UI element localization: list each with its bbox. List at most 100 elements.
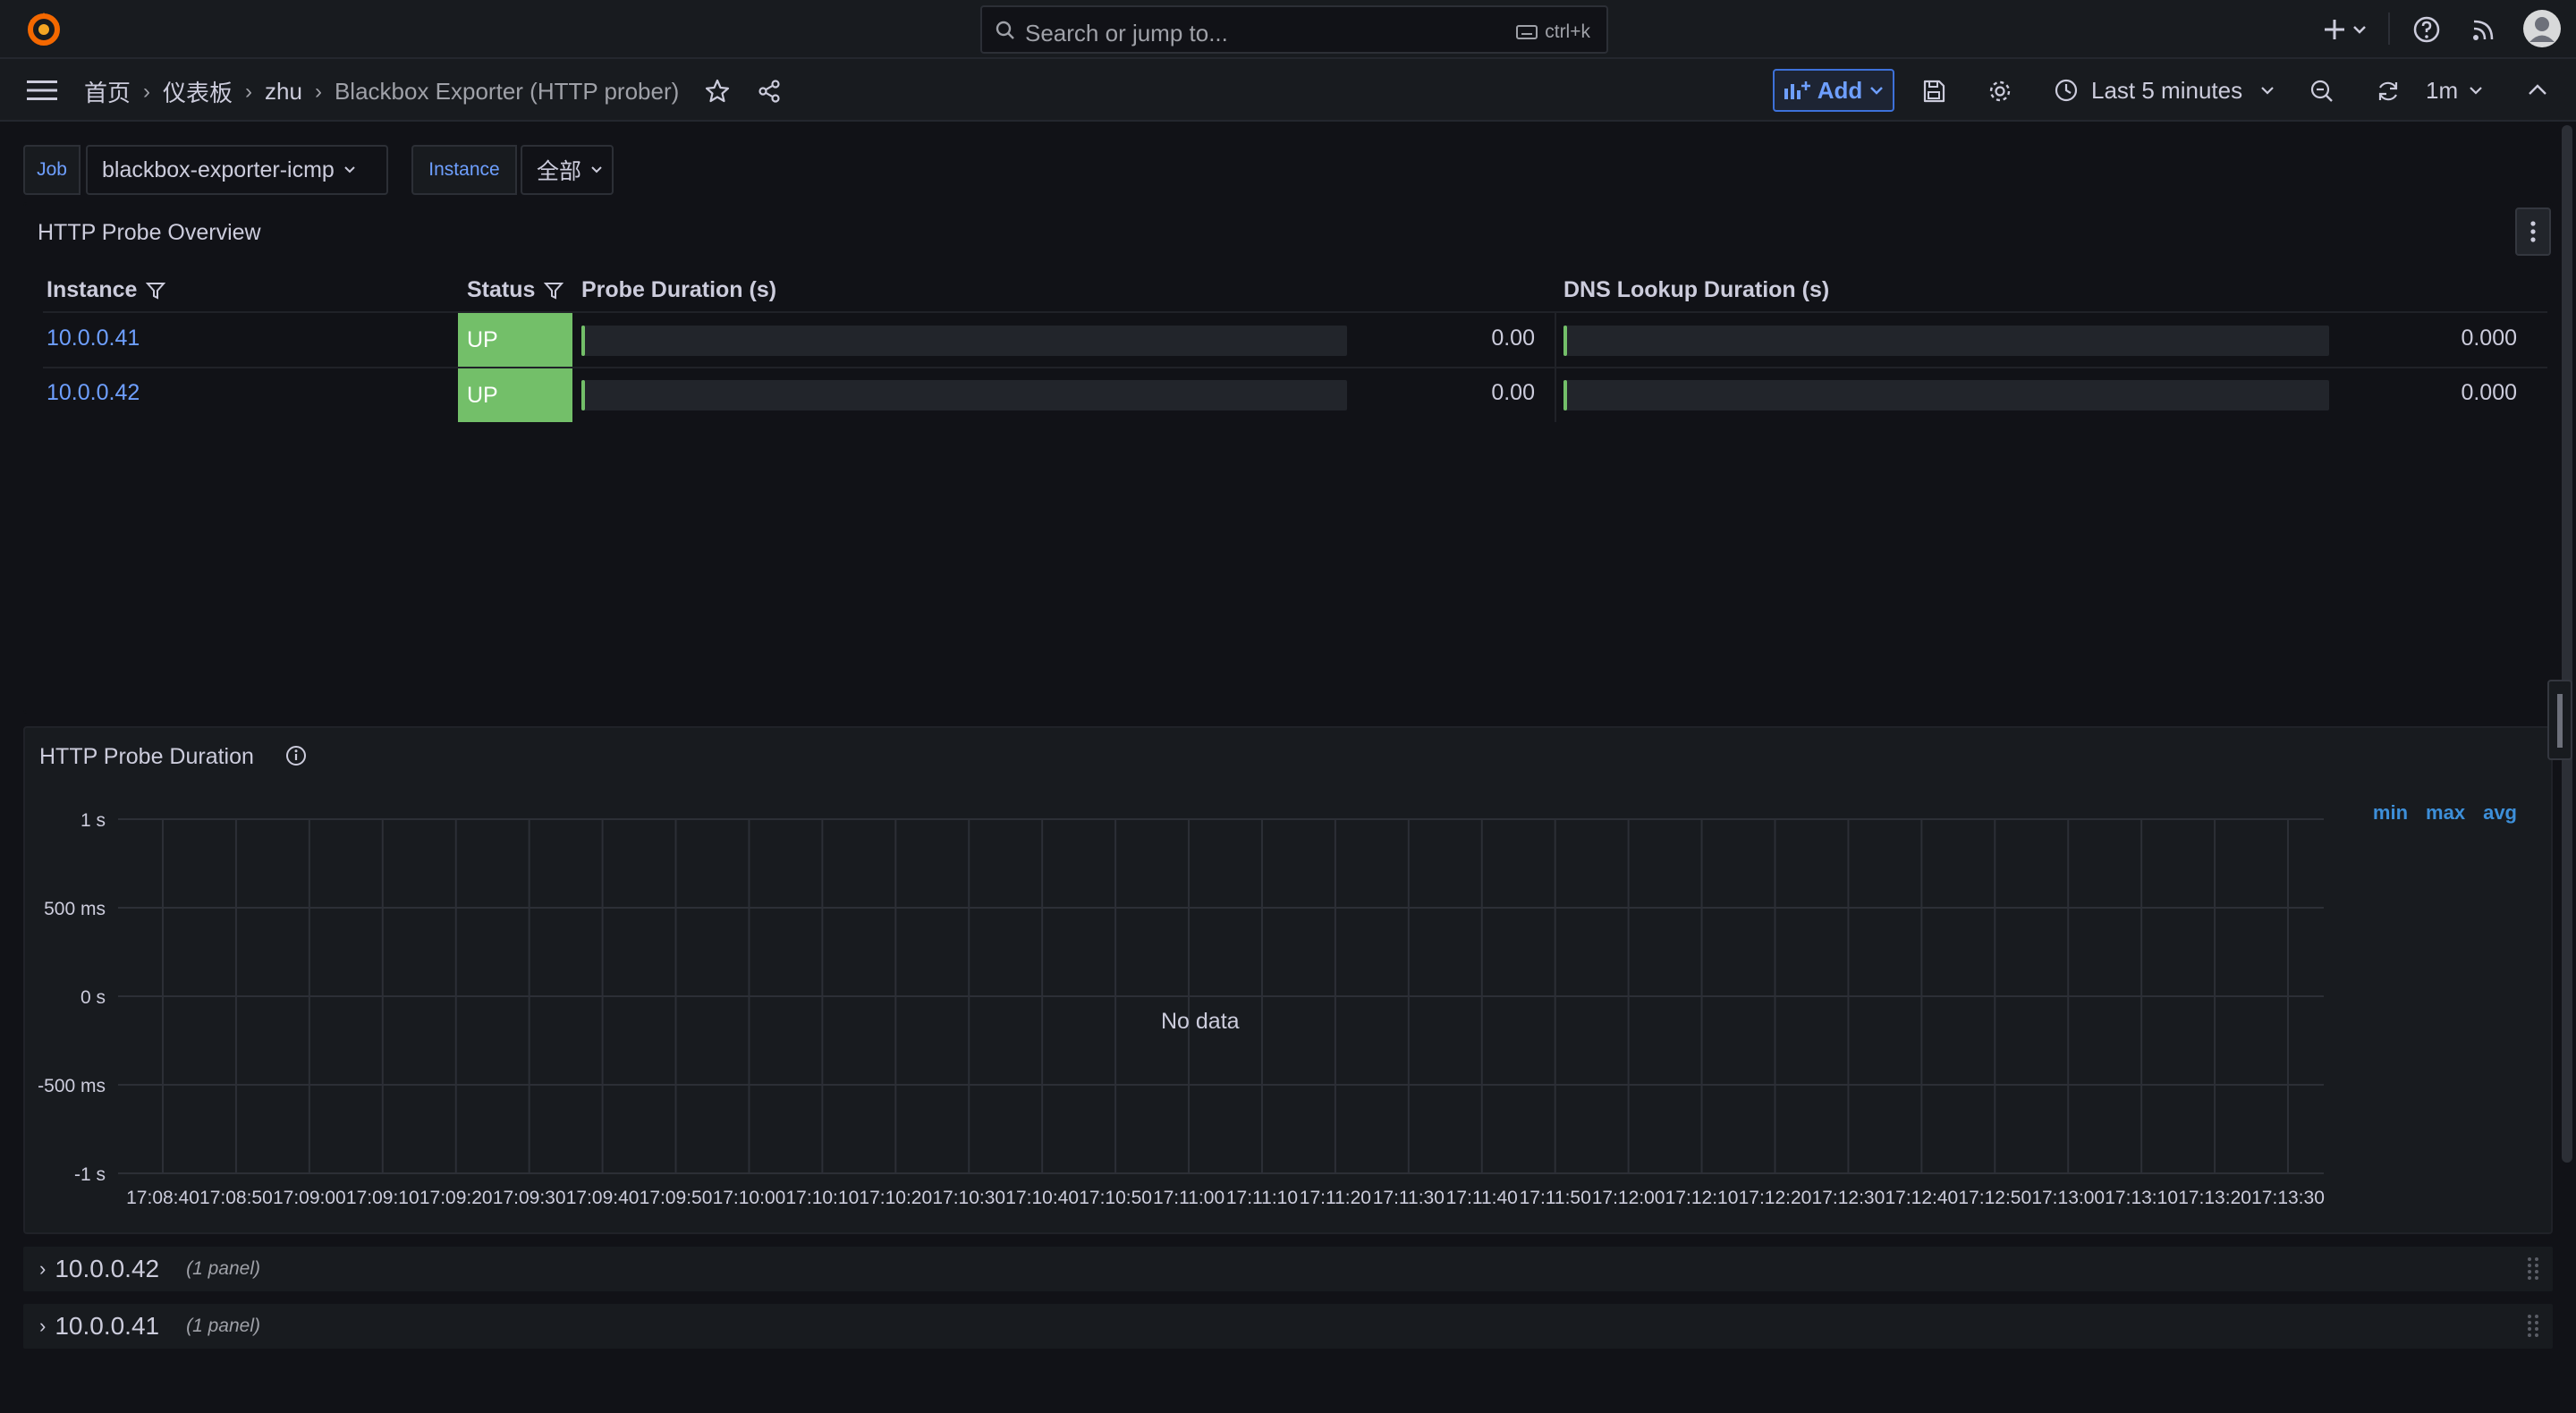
gauge-fill (1563, 380, 1567, 410)
column-header-probe-duration[interactable]: Probe Duration (s) (581, 277, 776, 303)
chevron-down-icon (343, 165, 356, 174)
legend-min-toggle[interactable]: min (2373, 801, 2408, 825)
x-tick-label: 17:11:30 (1373, 1188, 1445, 1208)
search-input[interactable]: Search or jump to... ctrl+k (980, 5, 1608, 54)
grafana-logo-icon[interactable] (25, 11, 63, 48)
x-tick-label: 17:12:40 (1885, 1188, 1958, 1208)
breadcrumb-separator: › (245, 79, 253, 104)
dashboard-row-10-0-0-41[interactable]: › 10.0.0.41 (1 panel) (23, 1304, 2553, 1349)
x-tick-label: 17:09:50 (640, 1188, 713, 1208)
breadcrumb-folder[interactable]: zhu (265, 78, 302, 106)
dashboard-nav-bar: 首页 › 仪表板 › zhu › Blackbox Exporter (HTTP… (0, 59, 2576, 122)
x-tick-label: 17:13:10 (2105, 1188, 2178, 1208)
probe-duration-value: 0.00 (1491, 326, 1535, 351)
row-panel-count: (1 panel) (186, 1258, 260, 1279)
panel-title: HTTP Probe Duration (39, 744, 254, 769)
chevron-down-icon (2260, 85, 2275, 96)
time-series-chart[interactable]: 1 s 500 ms 0 s -500 ms -1 s 17:08:40 17:08:50 1… (25, 791, 2368, 1234)
drag-handle-icon[interactable] (2526, 1313, 2540, 1340)
column-header-status[interactable]: Status (467, 277, 564, 303)
probe-duration-gauge (581, 326, 1347, 356)
x-tick-label: 17:09:20 (419, 1188, 493, 1208)
x-tick-label: 17:11:50 (1520, 1188, 1591, 1208)
job-variable-label: Job (23, 145, 80, 195)
legend-actions: min max avg (2373, 801, 2517, 825)
collapse-chevron-up-icon[interactable] (2526, 79, 2549, 102)
breadcrumb-home[interactable]: 首页 (84, 75, 131, 108)
star-icon[interactable] (705, 79, 730, 104)
time-range-label: Last 5 minutes (2091, 76, 2243, 104)
breadcrumb-separator: › (314, 79, 322, 104)
breadcrumb-dashboards[interactable]: 仪表板 (163, 75, 233, 108)
search-placeholder: Search or jump to... (1025, 20, 1228, 47)
x-tick-label: 17:10:50 (1079, 1188, 1152, 1208)
filter-icon[interactable] (146, 281, 166, 300)
search-icon (995, 20, 1016, 41)
menu-hamburger-icon[interactable] (27, 79, 57, 102)
column-divider (1555, 311, 1556, 422)
breadcrumb-current-dashboard: Blackbox Exporter (HTTP prober) (334, 78, 680, 105)
add-panel-icon (1784, 80, 1810, 101)
time-range-picker[interactable]: Last 5 minutes (2054, 70, 2275, 111)
help-icon[interactable] (2411, 14, 2442, 45)
dns-lookup-value: 0.000 (2461, 380, 2517, 405)
dns-lookup-gauge (1563, 326, 2329, 356)
x-tick-label: 17:08:50 (199, 1188, 273, 1208)
x-tick-label: 17:11:40 (1446, 1188, 1518, 1208)
instance-link[interactable]: 10.0.0.42 (47, 380, 140, 406)
legend-avg-toggle[interactable]: avg (2483, 801, 2517, 825)
probe-duration-value: 0.00 (1491, 380, 1535, 405)
save-dashboard-icon[interactable] (1921, 79, 1946, 104)
add-button[interactable]: Add (1773, 69, 1894, 112)
breadcrumb: 首页 › 仪表板 › zhu › Blackbox Exporter (HTTP… (84, 75, 679, 108)
panel-resize-handle[interactable] (2547, 680, 2572, 760)
x-tick-label: 17:10:10 (786, 1188, 860, 1208)
user-avatar[interactable] (2522, 9, 2562, 48)
refresh-interval-picker[interactable]: 1m (2426, 70, 2483, 111)
add-button-label: Add (1817, 76, 1863, 104)
refresh-icon[interactable] (2376, 79, 2401, 104)
gauge-fill (581, 380, 585, 410)
no-data-message: No data (1161, 1009, 1240, 1034)
http-probe-duration-panel: HTTP Probe Duration 1 s 500 ms 0 s -500 ms -… (23, 726, 2553, 1234)
dns-lookup-value: 0.000 (2461, 326, 2517, 351)
column-header-dns-lookup[interactable]: DNS Lookup Duration (s) (1563, 277, 1829, 303)
x-tick-label: 17:09:30 (493, 1188, 566, 1208)
zoom-out-icon[interactable] (2309, 79, 2334, 104)
job-variable-select[interactable]: blackbox-exporter-icmp (86, 145, 388, 195)
page-scrollbar[interactable] (2562, 125, 2572, 1163)
x-tick-label: 17:12:10 (1665, 1188, 1739, 1208)
status-badge: UP (458, 313, 572, 367)
news-rss-icon[interactable] (2469, 14, 2499, 45)
x-tick-label: 17:09:40 (566, 1188, 640, 1208)
search-shortcut: ctrl+k (1545, 21, 1590, 42)
new-plus-dropdown[interactable] (2322, 14, 2372, 45)
instance-variable-select[interactable]: 全部 (521, 145, 614, 195)
x-tick-label: 17:11:20 (1300, 1188, 1371, 1208)
x-tick-label: 17:12:00 (1592, 1188, 1665, 1208)
x-tick-label: 17:10:00 (713, 1188, 786, 1208)
row-title: 10.0.0.41 (55, 1312, 160, 1340)
gauge-fill (581, 326, 585, 356)
dashboard-row-10-0-0-42[interactable]: › 10.0.0.42 (1 panel) (23, 1247, 2553, 1291)
breadcrumb-separator: › (143, 79, 151, 104)
table-divider (43, 311, 2547, 313)
legend-max-toggle[interactable]: max (2426, 801, 2465, 825)
instance-variable-label: Instance (411, 145, 517, 195)
settings-gear-icon[interactable] (1987, 79, 2012, 104)
chevron-down-icon (590, 165, 603, 174)
filter-icon[interactable] (544, 281, 564, 300)
panel-menu-icon[interactable] (2515, 207, 2551, 256)
x-tick-label: 17:13:00 (2031, 1188, 2105, 1208)
x-tick-label: 17:13:20 (2178, 1188, 2251, 1208)
share-icon[interactable] (757, 79, 782, 104)
row-panel-count: (1 panel) (186, 1316, 260, 1336)
x-tick-label: 17:13:30 (2251, 1188, 2325, 1208)
http-probe-overview-panel: HTTP Probe Overview Instance Status Prob… (23, 202, 2553, 714)
y-tick-label: 0 s (80, 987, 106, 1008)
refresh-interval-label: 1m (2426, 76, 2459, 104)
column-header-instance[interactable]: Instance (47, 277, 166, 303)
info-icon[interactable] (284, 744, 308, 767)
instance-link[interactable]: 10.0.0.41 (47, 326, 140, 351)
drag-handle-icon[interactable] (2526, 1256, 2540, 1282)
